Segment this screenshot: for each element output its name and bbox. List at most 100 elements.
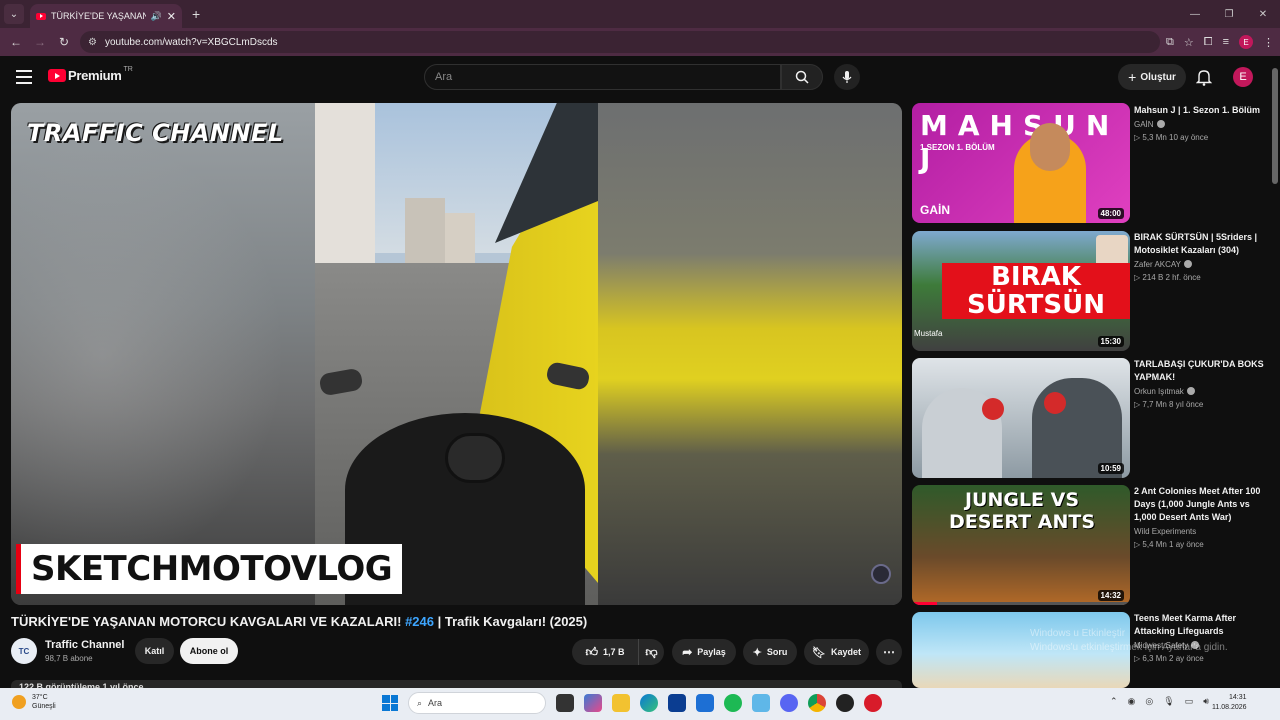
recommendation-meta: ▷ 214 B 2 hf. önce xyxy=(1134,273,1201,282)
task-view-icon[interactable] xyxy=(556,694,574,712)
windows-start-icon[interactable] xyxy=(382,695,398,711)
share-button[interactable]: ➦ Paylaş xyxy=(672,639,736,665)
cast-icon[interactable]: ⧉ xyxy=(1166,36,1174,49)
youtube-logo[interactable]: Premium TR xyxy=(48,66,133,83)
tab-search-button[interactable]: ⌄ xyxy=(4,4,24,24)
video-hashtag-link[interactable]: #246 xyxy=(405,614,434,629)
clock-date: 11.08.2026 xyxy=(1212,704,1247,711)
app-icon[interactable] xyxy=(752,694,770,712)
scrollbar-thumb[interactable] xyxy=(1272,68,1278,184)
edge-icon[interactable] xyxy=(640,694,658,712)
youtube-favicon-icon xyxy=(36,12,46,20)
github-icon[interactable] xyxy=(836,694,854,712)
network-icon[interactable]: ▭ xyxy=(1185,696,1194,707)
microphone-icon[interactable]: 🎙︎ xyxy=(1163,696,1174,707)
create-button[interactable]: + Oluştur xyxy=(1118,64,1186,90)
ask-button[interactable]: ✦ Soru xyxy=(743,639,797,665)
search-input[interactable]: Ara xyxy=(424,64,781,90)
windows-taskbar: 37°C Güneşli ⌕ Ara ⌃ ◉ ◎ 🎙︎ ▭ 🔊︎ 14:31 1… xyxy=(0,688,1280,720)
spotify-icon[interactable] xyxy=(724,694,742,712)
recommendation-item[interactable]: BIRAK SÜRTSÜN Mustafa 15:30 BIRAK SÜRTSÜ… xyxy=(912,231,1268,351)
extensions-icon[interactable]: ⧠ xyxy=(1204,36,1213,49)
more-horizontal-icon: ⋯ xyxy=(883,645,895,659)
browser-profile-avatar[interactable]: E xyxy=(1239,35,1253,49)
speaker-icon[interactable]: 🔊 xyxy=(151,11,162,22)
browser-tab-strip: ⌄ TÜRKİYE'DE YAŞANAN MOT 🔊 ✕ + — ❐ ✕ xyxy=(0,0,1280,28)
like-button[interactable]: 👍︎ 1,7 B xyxy=(572,639,638,665)
join-button[interactable]: Katıl xyxy=(135,638,174,664)
video-thumbnail[interactable]: 10:59 xyxy=(912,358,1130,478)
tray-app-icon[interactable]: ◎ xyxy=(1145,696,1153,707)
browser-tab-active[interactable]: TÜRKİYE'DE YAŞANAN MOT 🔊 ✕ xyxy=(30,4,182,28)
recommendation-title[interactable]: BIRAK SÜRTSÜN | 5Sriders | Motosiklet Ka… xyxy=(1134,231,1264,257)
voice-search-button[interactable] xyxy=(834,64,860,90)
account-avatar[interactable]: E xyxy=(1233,67,1253,87)
new-tab-button[interactable]: + xyxy=(192,6,200,22)
channel-branding-icon[interactable] xyxy=(871,564,891,584)
video-thumbnail[interactable]: BIRAK SÜRTSÜN Mustafa 15:30 xyxy=(912,231,1130,351)
menu-icon[interactable] xyxy=(16,70,32,84)
tray-overflow-icon[interactable]: ⌃ xyxy=(1110,696,1118,707)
more-actions-button[interactable]: ⋯ xyxy=(876,639,902,665)
page-scrollbar[interactable] xyxy=(1270,60,1280,688)
video-thumbnail[interactable]: JUNGLE VS DESERT ANTS 14:32 xyxy=(912,485,1130,605)
file-explorer-icon[interactable] xyxy=(612,694,630,712)
recommendation-title[interactable]: Mahsun J | 1. Sezon 1. Bölüm xyxy=(1134,104,1264,117)
save-button[interactable]: 🔖︎ Kaydet xyxy=(804,639,869,665)
browser-menu-icon[interactable]: ⋮ xyxy=(1263,36,1274,49)
volume-icon[interactable]: 🔊︎ xyxy=(1203,696,1209,707)
video-player[interactable]: TRAFFIC CHANNEL SKETCHMOTOVLOG xyxy=(11,103,902,605)
outlook-icon[interactable] xyxy=(696,694,714,712)
weather-condition: Güneşli xyxy=(32,703,56,710)
maximize-icon[interactable]: ❐ xyxy=(1212,9,1246,20)
site-info-icon[interactable]: ⚙ xyxy=(88,37,97,48)
store-icon[interactable] xyxy=(668,694,686,712)
windows-activation-watermark: Windows u Etkinleştir Windows'u etkinleş… xyxy=(1030,628,1228,653)
back-icon[interactable]: ← xyxy=(4,35,28,49)
taskbar-search-input[interactable]: ⌕ Ara xyxy=(408,692,546,714)
subscribe-button[interactable]: Abone ol xyxy=(180,638,238,664)
recommendation-channel[interactable]: Zafer AKCAY xyxy=(1134,260,1192,269)
thumbnail-text: BIRAK SÜRTSÜN xyxy=(942,263,1130,319)
recommendation-channel[interactable]: Orkun Işıtmak xyxy=(1134,387,1195,396)
duration-badge: 10:59 xyxy=(1097,463,1124,474)
video-thumbnail[interactable]: MAHSUN J 1.SEZON 1. BÖLÜM GAİN 48:00 xyxy=(912,103,1130,223)
close-window-icon[interactable]: ✕ xyxy=(1246,9,1280,20)
chrome-icon[interactable] xyxy=(808,694,826,712)
region-code: TR xyxy=(123,66,133,73)
logo-text: Premium xyxy=(68,68,122,83)
reload-icon[interactable]: ↻ xyxy=(52,35,76,49)
recommendation-title[interactable]: TARLABAŞI ÇUKUR'DA BOKS YAPMAK! xyxy=(1134,358,1264,384)
app-red-icon[interactable] xyxy=(864,694,882,712)
minimize-icon[interactable]: — xyxy=(1178,9,1212,20)
recommendation-channel[interactable]: GAİN xyxy=(1134,120,1165,129)
video-frame xyxy=(315,103,598,605)
bookmark-star-icon[interactable]: ☆ xyxy=(1184,36,1194,49)
tray-app-icon[interactable]: ◉ xyxy=(1128,696,1136,707)
recommendation-channel[interactable]: Wild Experiments xyxy=(1134,527,1196,536)
duration-badge: 14:32 xyxy=(1097,590,1124,601)
search-icon: ⌕ xyxy=(417,697,423,708)
video-blur-right xyxy=(598,103,902,605)
recommendation-item[interactable]: JUNGLE VS DESERT ANTS 14:32 2 Ant Coloni… xyxy=(912,485,1268,605)
toolbar-actions: ⧉ ☆ ⧠ ≡ E ⋮ xyxy=(1166,28,1274,56)
create-label: Oluştur xyxy=(1140,71,1176,83)
copilot-icon[interactable] xyxy=(584,694,602,712)
recommendation-item[interactable]: 10:59 TARLABAŞI ÇUKUR'DA BOKS YAPMAK! Or… xyxy=(912,358,1268,478)
reading-list-icon[interactable]: ≡ xyxy=(1223,36,1229,48)
address-bar[interactable]: ⚙ youtube.com/watch?v=XBGCLmDscds xyxy=(80,31,1160,53)
search-button[interactable] xyxy=(781,64,823,90)
dislike-button[interactable]: 👎︎ xyxy=(638,639,664,665)
recommendation-item[interactable]: MAHSUN J 1.SEZON 1. BÖLÜM GAİN 48:00 Mah… xyxy=(912,103,1268,223)
taskbar-clock[interactable]: 14:31 11.08.2026 xyxy=(1212,693,1247,713)
thumbs-up-icon: 👍︎ xyxy=(585,644,599,659)
channel-name[interactable]: Traffic Channel xyxy=(45,639,124,651)
notifications-bell-icon[interactable] xyxy=(1196,68,1212,86)
thumbnail-text: JUNGLE VS DESERT ANTS xyxy=(948,489,1096,533)
channel-avatar[interactable]: TC xyxy=(11,638,37,664)
weather-widget[interactable]: 37°C Güneşli xyxy=(12,693,56,711)
forward-icon[interactable]: → xyxy=(28,35,52,49)
discord-icon[interactable] xyxy=(780,694,798,712)
close-tab-icon[interactable]: ✕ xyxy=(167,10,176,23)
recommendation-title[interactable]: 2 Ant Colonies Meet After 100 Days (1,00… xyxy=(1134,485,1264,524)
